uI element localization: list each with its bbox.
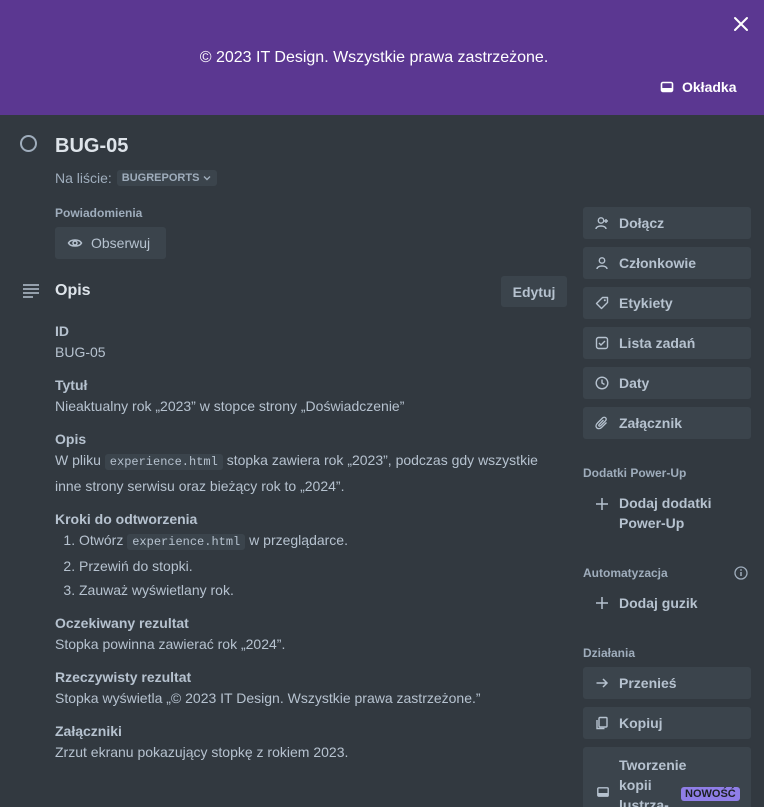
steps-heading: Kroki do odtworzenia (55, 511, 198, 527)
add-powerups-button[interactable]: Dodaj dodatki Power-Up (583, 493, 751, 533)
cover-text: © 2023 IT Design. Wszystkie prawa zastrz… (199, 49, 549, 66)
attachment-button[interactable]: Załącznik (583, 407, 751, 439)
title-value: Nieaktualny rok „2023” w stopce strony „… (55, 398, 405, 414)
complete-toggle[interactable] (20, 135, 37, 152)
members-button[interactable]: Członkowie (583, 247, 751, 279)
add-button-label: Dodaj guzik (619, 595, 698, 611)
list-prefix: Na liście: (55, 170, 112, 186)
dates-label: Daty (619, 375, 650, 391)
card-icon (660, 81, 674, 93)
arrow-right-icon (596, 678, 609, 688)
expected-section: Oczekiwany rezultat Stopka powinna zawie… (55, 614, 567, 656)
step-item: Otwórz experience.html w przeglądarce. (79, 528, 567, 554)
copy-button[interactable]: Kopiuj (583, 707, 751, 739)
step1-code: experience.html (127, 534, 246, 550)
plus-icon (596, 498, 608, 510)
step1-post: w przeglądarce. (249, 532, 348, 548)
list-selector[interactable]: BUGREPORTS (116, 170, 218, 186)
attachments-value: Zrzut ekranu pokazujący stopkę z rokiem … (55, 744, 349, 760)
id-section: ID BUG-05 (55, 322, 567, 364)
move-label: Przenieś (619, 675, 677, 691)
desc-code: experience.html (104, 454, 223, 470)
attachment-label: Załącznik (619, 415, 683, 431)
list-name: BUGREPORTS (121, 172, 200, 184)
new-badge: NOWOŚĆ (681, 787, 740, 801)
desc-value: W pliku experience.html stopka zawiera r… (55, 448, 567, 498)
dates-button[interactable]: Daty (583, 367, 751, 399)
join-label: Dołącz (619, 215, 665, 231)
expected-heading: Oczekiwany rezultat (55, 615, 189, 631)
add-user-icon (595, 217, 608, 230)
close-icon[interactable] (729, 12, 753, 36)
id-heading: ID (55, 323, 69, 339)
expected-value: Stopka powinna zawierać rok „2024”. (55, 636, 286, 652)
mirror-icon (597, 787, 609, 797)
add-powerups-label: Dodaj dodatki Power-Up (619, 495, 712, 531)
attachments-heading: Załączniki (55, 723, 122, 739)
desc-section: Opis W pliku experience.html stopka zawi… (55, 430, 567, 498)
automation-label: Automatyzacja (583, 566, 668, 580)
checklist-button[interactable]: Lista zadań (583, 327, 751, 359)
cover-button[interactable]: Okładka (660, 76, 736, 98)
user-icon (596, 257, 608, 270)
steps-section: Kroki do odtworzenia Otwórz experience.h… (55, 510, 567, 602)
add-button-button[interactable]: Dodaj guzik (583, 593, 751, 613)
card-cover: © 2023 IT Design. Wszystkie prawa zastrz… (0, 0, 764, 115)
move-button[interactable]: Przenieś (583, 667, 751, 699)
edit-button[interactable]: Edytuj (501, 276, 567, 307)
paperclip-icon (595, 416, 607, 430)
watch-button[interactable]: Obserwuj (55, 227, 166, 259)
step-item: Zauważ wyświetlany rok. (79, 578, 567, 602)
info-icon[interactable] (734, 566, 748, 580)
step1-pre: Otwórz (79, 532, 124, 548)
watch-button-label: Obserwuj (91, 235, 151, 251)
copy-icon (596, 716, 608, 730)
checklist-icon (595, 336, 609, 350)
desc-heading: Opis (55, 431, 87, 447)
powerups-label: Dodatki Power-Up (583, 466, 687, 480)
card-title[interactable]: BUG-05 (55, 135, 128, 158)
attachments-section: Załączniki Zrzut ekranu pokazujący stopk… (55, 722, 567, 764)
clock-icon (595, 376, 609, 390)
checklist-label: Lista zadań (619, 335, 696, 351)
description-body[interactable]: ID BUG-05 Tytuł Nieaktualny rok „2023” w… (55, 322, 567, 776)
actual-value: Stopka wyświetla „© 2023 IT Design. Wszy… (55, 690, 481, 706)
mirror-label: Tworzenie kopii lustrza- (619, 757, 687, 807)
description-icon (23, 284, 39, 298)
plus-icon (596, 597, 608, 609)
actual-section: Rzeczywisty rezultat Stopka wyświetla „©… (55, 668, 567, 710)
labels-label: Etykiety (619, 295, 673, 311)
title-section: Tytuł Nieaktualny rok „2023” w stopce st… (55, 376, 567, 418)
description-title: Opis (55, 282, 91, 299)
list-info: Na liście: BUGREPORTS (55, 170, 218, 186)
eye-icon (67, 239, 83, 247)
chevron-down-icon (203, 176, 211, 181)
labels-button[interactable]: Etykiety (583, 287, 751, 319)
actual-heading: Rzeczywisty rezultat (55, 669, 192, 685)
id-value: BUG-05 (55, 344, 106, 360)
mirror-button[interactable]: Tworzenie kopii lustrza- NOWOŚĆ (583, 747, 751, 807)
card-title-row: BUG-05 (20, 135, 128, 157)
notifications-label: Powiadomienia (55, 206, 143, 220)
close-button[interactable] (729, 12, 753, 36)
members-label: Członkowie (619, 255, 697, 271)
desc-pre: W pliku (55, 452, 101, 468)
copy-label: Kopiuj (619, 715, 663, 731)
actions-label: Działania (583, 646, 636, 660)
title-heading: Tytuł (55, 377, 88, 393)
steps-list: Otwórz experience.html w przeglądarce. P… (55, 528, 567, 602)
step-item: Przewiń do stopki. (79, 554, 567, 578)
tag-icon (595, 296, 609, 310)
join-button[interactable]: Dołącz (583, 207, 751, 239)
cover-button-label: Okładka (682, 79, 737, 95)
